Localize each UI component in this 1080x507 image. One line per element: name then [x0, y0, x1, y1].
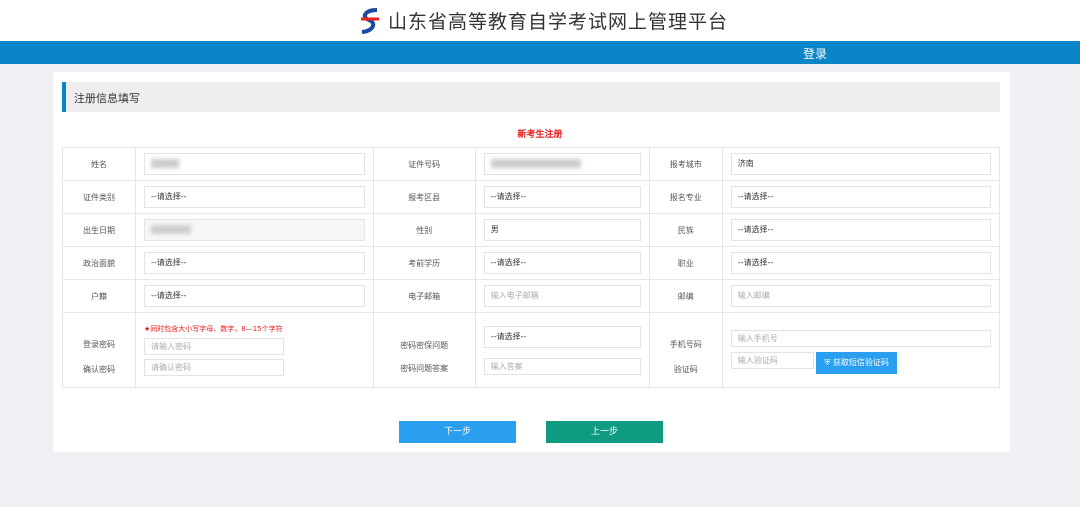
education-select[interactable]: --请选择--	[483, 252, 641, 274]
navbar: 登录	[0, 41, 1080, 64]
confirm-password-input[interactable]: 请确认密码	[144, 359, 284, 376]
login-link[interactable]: 登录	[803, 45, 827, 62]
district-select[interactable]: --请选择--	[483, 186, 641, 208]
shield-check-icon: ⛨	[824, 358, 833, 367]
district-label: 报考区县	[372, 180, 476, 214]
hukou-label: 户籍	[62, 279, 136, 313]
gender-select[interactable]: 男	[483, 219, 641, 241]
sms-code-label: 获取短信验证码	[832, 358, 889, 367]
name-label: 姓名	[62, 147, 136, 181]
id-number-label: 证件号码	[372, 147, 476, 181]
name-input[interactable]	[144, 153, 365, 175]
answer-label: 密码问题答案	[400, 364, 449, 373]
birth-label: 出生日期	[62, 213, 136, 247]
political-label: 政治面貌	[62, 246, 136, 280]
section-header: 注册信息填写	[62, 82, 1000, 112]
id-number-input[interactable]	[483, 153, 641, 175]
prev-button[interactable]: 上一步	[546, 421, 663, 443]
city-input[interactable]: 济南	[730, 153, 991, 175]
header: 山东省高等教育自学考试网上管理平台	[0, 0, 1080, 41]
gender-label: 性别	[372, 213, 476, 247]
section-title: 注册信息填写	[74, 92, 140, 105]
next-button[interactable]: 下一步	[399, 421, 516, 443]
ethnic-label: 民族	[648, 213, 723, 247]
code-input[interactable]: 输入验证码	[730, 352, 814, 369]
id-type-select[interactable]: --请选择--	[144, 186, 365, 208]
phone-label: 手机号码	[669, 340, 702, 349]
postcode-label: 邮编	[648, 279, 723, 313]
question-select[interactable]: --请选择--	[483, 325, 641, 348]
job-label: 职业	[648, 246, 723, 280]
password-label: 登录密码	[83, 340, 115, 349]
question-label: 密码密保问题	[400, 341, 449, 350]
sms-code-button[interactable]: ⛨ 获取短信验证码	[816, 352, 897, 374]
hukou-select[interactable]: --请选择--	[144, 285, 365, 307]
job-select[interactable]: --请选择--	[730, 252, 991, 274]
birth-input[interactable]	[144, 219, 365, 241]
code-label: 验证码	[673, 365, 698, 374]
registration-table: 姓名 证件号码 报考城市 济南 证件类别 --请选择-- 报考区县 --请选择-…	[62, 147, 1001, 388]
political-select[interactable]: --请选择--	[144, 252, 365, 274]
answer-input[interactable]: 输入答案	[483, 357, 641, 375]
phone-input[interactable]: 输入手机号	[730, 330, 991, 347]
email-input[interactable]: 输入电子邮箱	[483, 285, 641, 307]
site-title: 山东省高等教育自学考试网上管理平台	[388, 11, 729, 33]
password-hint: ★同时包含大小写字母、数字，8—15个字符	[144, 325, 283, 333]
confirm-label: 确认密码	[83, 365, 115, 374]
form-title: 新考生注册	[517, 130, 563, 140]
postcode-input[interactable]: 输入邮编	[730, 285, 991, 307]
logo-icon	[361, 8, 379, 34]
education-label: 考前学历	[372, 246, 476, 280]
email-label: 电子邮箱	[372, 279, 476, 313]
major-label: 报名专业	[648, 180, 723, 214]
password-input[interactable]: 请输入密码	[144, 338, 284, 355]
major-select[interactable]: --请选择--	[730, 186, 991, 208]
city-label: 报考城市	[648, 147, 723, 181]
ethnic-select[interactable]: --请选择--	[730, 219, 991, 241]
id-type-label: 证件类别	[62, 180, 136, 214]
